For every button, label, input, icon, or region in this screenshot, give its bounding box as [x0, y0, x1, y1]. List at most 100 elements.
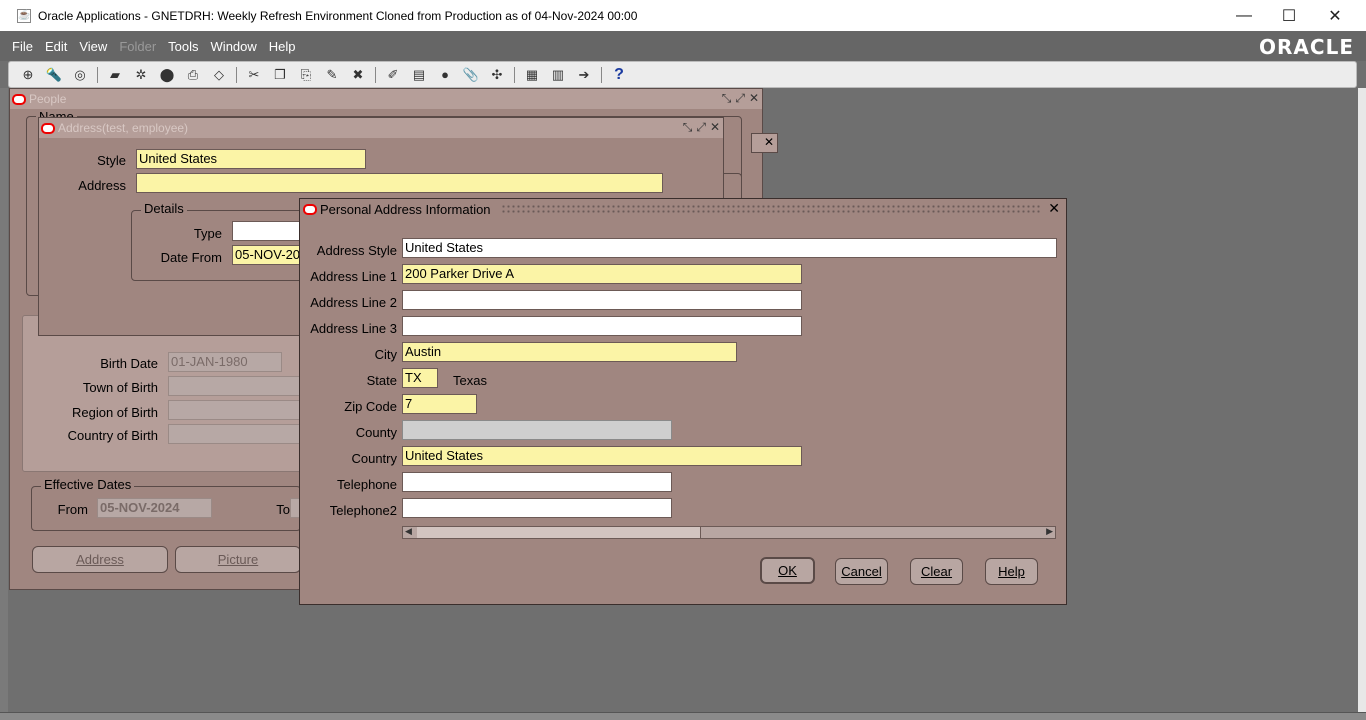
telephone-label: Telephone	[337, 477, 397, 492]
bottom-status-strip	[0, 712, 1366, 720]
clear-button[interactable]: Clear	[910, 558, 963, 585]
county-field[interactable]	[402, 420, 672, 440]
city-label: City	[374, 347, 397, 362]
switch-responsibility-icon[interactable]: ⬤	[156, 65, 178, 85]
birth-date-label: Birth Date	[100, 356, 158, 371]
window-help-icon[interactable]: ➔	[573, 65, 595, 85]
menu-view[interactable]: View	[79, 39, 107, 54]
close-form-icon[interactable]: ◇	[208, 65, 230, 85]
new-record-icon[interactable]: ⊕	[17, 65, 39, 85]
state-label: State	[366, 373, 397, 388]
oracle-window-icon	[41, 122, 55, 134]
country-field[interactable]: United States	[402, 446, 802, 466]
close-icon[interactable]: ✕	[749, 91, 759, 106]
country-of-birth-field[interactable]	[168, 424, 300, 444]
help-icon[interactable]: ?	[608, 65, 630, 85]
menu-help[interactable]: Help	[269, 39, 296, 54]
details-label: Details	[141, 201, 187, 216]
left-edge	[0, 88, 8, 712]
address-field[interactable]	[136, 173, 663, 193]
maximize-button[interactable]: ☐	[1266, 0, 1312, 31]
dialog-close-icon[interactable]: ✕	[1048, 200, 1060, 217]
minimize-icon[interactable]: ⤡	[683, 120, 693, 135]
address-line2-field[interactable]	[402, 290, 802, 310]
vertical-scrollbar[interactable]	[1358, 88, 1366, 712]
edit-field-icon[interactable]: ✐	[382, 65, 404, 85]
oracle-logo: ORACLE	[1259, 35, 1354, 59]
birth-date-field[interactable]: 01-JAN-1980	[168, 352, 282, 372]
people-form-edge	[724, 173, 742, 197]
to-label: To	[276, 502, 290, 517]
telephone2-field[interactable]	[402, 498, 672, 518]
country-of-birth-label: Country of Birth	[67, 428, 158, 443]
delete-record-icon[interactable]: ✖	[347, 65, 369, 85]
paste-icon[interactable]: ⎘	[295, 65, 317, 85]
close-icon[interactable]: ✕	[764, 135, 774, 149]
toolbar-separator	[514, 66, 515, 83]
style-field[interactable]: United States	[136, 149, 366, 169]
people-window-titlebar: People ⤡ ⤢ ✕	[10, 89, 762, 109]
next-step-icon[interactable]: ✲	[130, 65, 152, 85]
region-of-birth-field[interactable]	[168, 400, 300, 420]
state-field[interactable]: TX	[402, 368, 438, 388]
print-icon[interactable]: ⎙	[182, 65, 204, 85]
minimize-button[interactable]: —	[1221, 0, 1267, 31]
address-style-field[interactable]: United States	[402, 238, 1057, 258]
scroll-left-icon[interactable]: ◀	[405, 526, 412, 537]
country-label: Country	[351, 451, 397, 466]
address-window-title: Address(test, employee)	[58, 121, 189, 135]
minimize-icon[interactable]: ⤡	[722, 91, 732, 106]
menu-window[interactable]: Window	[211, 39, 257, 54]
town-of-birth-field[interactable]	[168, 376, 300, 396]
maximize-icon[interactable]: ⤢	[735, 91, 745, 106]
ok-button[interactable]: OK	[760, 557, 815, 584]
copy-icon[interactable]: ❐	[269, 65, 291, 85]
address-line1-field[interactable]: 200 Parker Drive A	[402, 264, 802, 284]
clear-record-icon[interactable]: ✎	[321, 65, 343, 85]
close-icon[interactable]: ✕	[710, 120, 720, 135]
java-app-icon: ☕	[17, 8, 31, 23]
type-field[interactable]	[232, 221, 302, 241]
calendar-icon[interactable]: ▦	[521, 65, 543, 85]
navigator-icon[interactable]: ◎	[69, 65, 91, 85]
oracle-window-icon	[12, 93, 26, 105]
address-line3-field[interactable]	[402, 316, 802, 336]
menu-bar: File Edit View Folder Tools Window Help	[0, 31, 1366, 61]
attachments-icon[interactable]: 📎	[460, 65, 482, 85]
zoom-icon[interactable]: ▤	[408, 65, 430, 85]
hidden-window-tab: ✕	[751, 133, 778, 153]
close-button[interactable]: ✕	[1312, 0, 1358, 31]
translations-icon[interactable]: ●	[434, 65, 456, 85]
telephone-field[interactable]	[402, 472, 672, 492]
dialog-titlebar: Personal Address Information	[300, 199, 1066, 219]
zip-code-field[interactable]: 7	[402, 394, 477, 414]
address-line1-label: Address Line 1	[310, 269, 397, 284]
address-window-titlebar: Address(test, employee) ⤡ ⤢ ✕	[39, 118, 723, 138]
address-line3-label: Address Line 3	[310, 321, 397, 336]
county-label: County	[355, 425, 397, 440]
maximize-icon[interactable]: ⤢	[696, 120, 706, 135]
menu-edit[interactable]: Edit	[45, 39, 67, 54]
cut-icon[interactable]: ✂	[243, 65, 265, 85]
from-date-field[interactable]: 05-NOV-2024	[97, 498, 212, 518]
toolbar-separator	[375, 66, 376, 83]
menu-folder[interactable]: Folder	[119, 39, 156, 54]
horizontal-scrollbar[interactable]: ◀ ▶	[402, 526, 1056, 539]
menu-file[interactable]: File	[12, 39, 33, 54]
address-button[interactable]: Address	[32, 546, 168, 573]
dialog-title: Personal Address Information	[320, 201, 491, 217]
find-icon[interactable]: 🔦	[43, 65, 65, 85]
scroll-right-icon[interactable]: ▶	[1046, 526, 1053, 537]
town-of-birth-label: Town of Birth	[82, 380, 158, 395]
save-icon[interactable]: ▰	[104, 65, 126, 85]
menu-tools[interactable]: Tools	[168, 39, 198, 54]
help-button[interactable]: Help	[985, 558, 1038, 585]
picture-button[interactable]: Picture	[175, 546, 301, 573]
state-name-text: Texas	[453, 373, 487, 388]
date-from-field[interactable]: 05-NOV-20	[232, 245, 302, 265]
city-field[interactable]: Austin	[402, 342, 737, 362]
cancel-button[interactable]: Cancel	[835, 558, 888, 585]
grid-icon[interactable]: ▥	[547, 65, 569, 85]
folder-tools-icon[interactable]: ✣	[486, 65, 508, 85]
scrollbar-thumb[interactable]	[417, 527, 701, 538]
